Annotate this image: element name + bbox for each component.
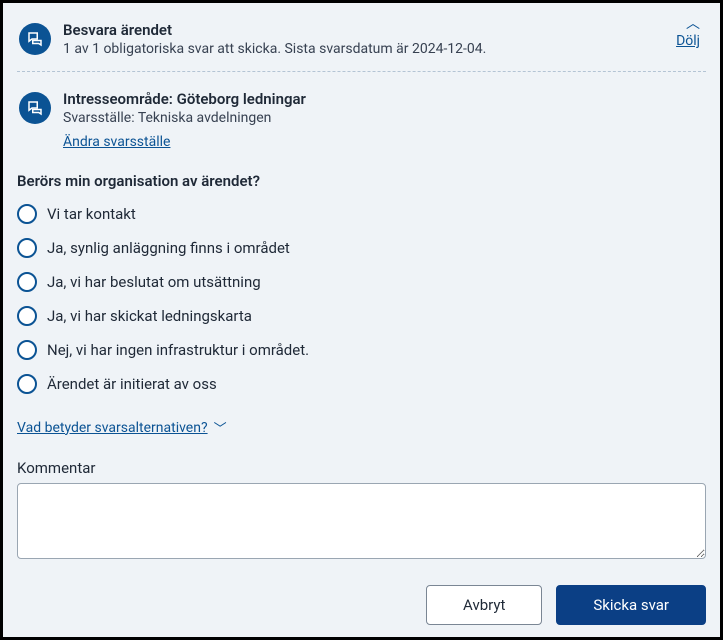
radio-label: Ärendet är initierat av oss — [47, 375, 217, 393]
submit-button[interactable]: Skicka svar — [556, 585, 706, 625]
change-response-point-link[interactable]: Ändra svarsställe — [63, 134, 170, 150]
radio-option-0[interactable]: Vi tar kontakt — [17, 204, 706, 224]
comment-label: Kommentar — [17, 459, 706, 477]
radio-option-5[interactable]: Ärendet är initierat av oss — [17, 374, 706, 394]
radio-label: Ja, synlig anläggning finns i området — [47, 239, 290, 257]
radio-icon — [17, 306, 37, 326]
chat-icon — [19, 92, 51, 124]
chevron-up-icon[interactable]: ︿ — [686, 17, 700, 31]
header-actions: ︿ Dölj — [676, 17, 700, 49]
header-text: Besvara ärendet 1 av 1 obligatoriska sva… — [63, 21, 676, 57]
response-panel: Besvara ärendet 1 av 1 obligatoriska sva… — [0, 0, 723, 640]
interest-title: Intresseområde: Göteborg ledningar — [63, 90, 700, 108]
radio-icon — [17, 340, 37, 360]
radio-label: Nej, vi har ingen infrastruktur i område… — [47, 341, 309, 359]
radio-label: Ja, vi har skickat ledningskarta — [47, 307, 252, 325]
interest-subtitle: Svarsställe: Tekniska avdelningen — [63, 110, 700, 126]
radio-label: Ja, vi har beslutat om utsättning — [47, 273, 261, 291]
hide-link[interactable]: Dölj — [676, 33, 700, 49]
radio-icon — [17, 204, 37, 224]
comment-section: Kommentar — [3, 445, 720, 563]
button-row: Avbryt Skicka svar — [3, 563, 720, 639]
chevron-down-icon: ﹀ — [214, 418, 227, 437]
cancel-button[interactable]: Avbryt — [426, 585, 542, 625]
header-subtitle: 1 av 1 obligatoriska svar att skicka. Si… — [63, 41, 676, 57]
chat-icon — [19, 23, 51, 55]
header-title: Besvara ärendet — [63, 21, 676, 39]
help-link-row[interactable]: Vad betyder svarsalternativen? ﹀ — [3, 418, 720, 445]
radio-option-2[interactable]: Ja, vi har beslutat om utsättning — [17, 272, 706, 292]
radio-icon — [17, 374, 37, 394]
question-label: Berörs min organisation av ärendet? — [17, 172, 706, 190]
interest-text: Intresseområde: Göteborg ledningar Svars… — [63, 90, 700, 150]
help-link: Vad betyder svarsalternativen? — [17, 420, 208, 436]
question-section: Berörs min organisation av ärendet? Vi t… — [3, 154, 720, 418]
radio-option-4[interactable]: Nej, vi har ingen infrastruktur i område… — [17, 340, 706, 360]
radio-option-1[interactable]: Ja, synlig anläggning finns i området — [17, 238, 706, 258]
radio-icon — [17, 238, 37, 258]
radio-icon — [17, 272, 37, 292]
comment-textarea[interactable] — [17, 483, 706, 559]
interest-section: Intresseområde: Göteborg ledningar Svars… — [3, 72, 720, 154]
radio-label: Vi tar kontakt — [47, 205, 136, 223]
radio-option-3[interactable]: Ja, vi har skickat ledningskarta — [17, 306, 706, 326]
header: Besvara ärendet 1 av 1 obligatoriska sva… — [3, 3, 720, 71]
